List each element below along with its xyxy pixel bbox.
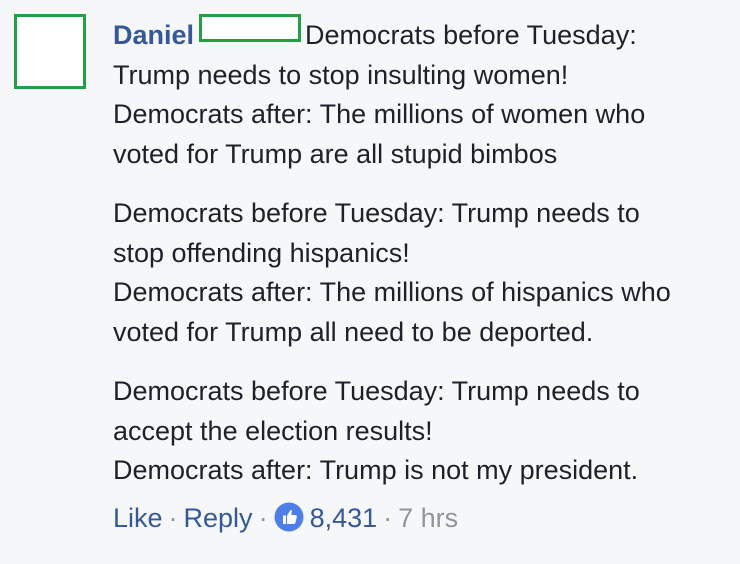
like-link[interactable]: Like: [113, 503, 163, 533]
like-thumbs-up-icon: [274, 502, 304, 532]
like-count-group[interactable]: 8,431: [274, 502, 378, 533]
separator-dot: ·: [168, 503, 178, 533]
comment-line: accept the election results!: [113, 415, 433, 446]
comment-line: stop offending hispanics!: [113, 237, 410, 268]
comment-line: voted for Trump are all stupid bimbos: [113, 138, 558, 169]
comment-actions-bar: Like · Reply · 8,431 · 7 hrs: [113, 500, 458, 536]
comment-line: Democrats after: The millions of women w…: [113, 99, 646, 129]
timestamp[interactable]: 7 hrs: [398, 503, 458, 533]
reply-link[interactable]: Reply: [184, 503, 253, 533]
name-redaction-box: [199, 14, 302, 42]
author-name[interactable]: Daniel: [113, 20, 194, 50]
comment-line: Democrats after: Trump is not my preside…: [113, 455, 639, 485]
comment-line: voted for Trump all need to be deported.: [113, 316, 594, 347]
comment-line: Democrats before Tuesday: Trump needs to: [113, 376, 640, 406]
comment-body: Daniel Democrats before Tuesday: Trump ne…: [113, 14, 723, 491]
comment-line: Trump needs to stop insulting women!: [113, 59, 569, 90]
comment-line: Democrats before Tuesday:: [305, 20, 637, 50]
separator-dot: ·: [383, 503, 393, 533]
comment-line: Democrats after: The millions of hispani…: [113, 277, 671, 307]
comment-paragraph: Democrats before Tuesday: Trump needs to…: [113, 372, 723, 491]
separator-dot: ·: [258, 503, 268, 533]
comment-line: Democrats before Tuesday: Trump needs to: [113, 198, 640, 228]
comment-paragraph: Daniel Democrats before Tuesday: Trump ne…: [113, 14, 723, 174]
avatar-redaction-box[interactable]: [14, 14, 86, 89]
comment-paragraph: Democrats before Tuesday: Trump needs to…: [113, 194, 723, 352]
like-count: 8,431: [309, 503, 378, 533]
